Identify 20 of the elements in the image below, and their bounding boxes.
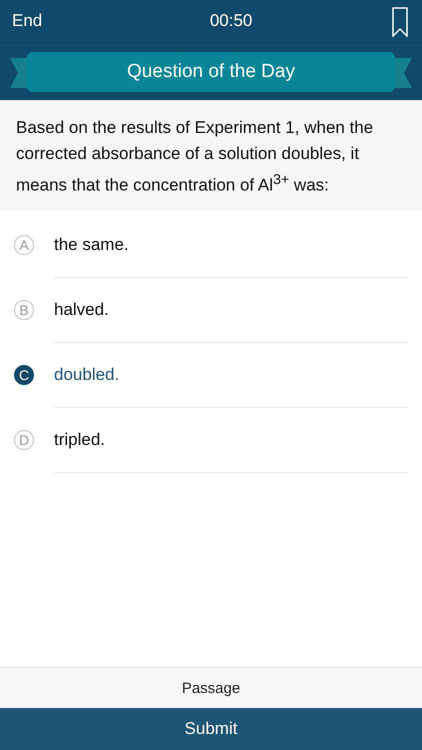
option-letter: B bbox=[14, 300, 34, 320]
option-text: the same. bbox=[54, 235, 129, 256]
submit-button[interactable]: Submit bbox=[0, 708, 422, 750]
option-text: halved. bbox=[54, 300, 109, 320]
answer-option[interactable]: B halved. bbox=[14, 278, 422, 343]
option-text: doubled. bbox=[54, 365, 120, 386]
answer-option[interactable]: C doubled. bbox=[14, 342, 422, 408]
option-text: tripled. bbox=[54, 430, 106, 450]
answer-option[interactable]: A the same. bbox=[14, 212, 422, 278]
ribbon-tail-icon bbox=[392, 58, 412, 88]
bookmark-icon[interactable] bbox=[392, 7, 408, 37]
question-text: Based on the results of Experiment 1, when the corrected absorbance of a solution doubles, it means that the concentration of Al$^{3+}$ was: bbox=[16, 117, 374, 197]
timer: 00:50 bbox=[210, 11, 252, 31]
option-letter: D bbox=[14, 430, 34, 450]
option-letter: A bbox=[14, 235, 34, 256]
banner-title: Question of the Day bbox=[27, 52, 395, 92]
answer-option[interactable]: D tripled. bbox=[14, 408, 422, 473]
end-button[interactable]: End bbox=[12, 11, 42, 31]
passage-button[interactable]: Passage bbox=[0, 667, 422, 708]
option-letter: C bbox=[14, 365, 34, 386]
